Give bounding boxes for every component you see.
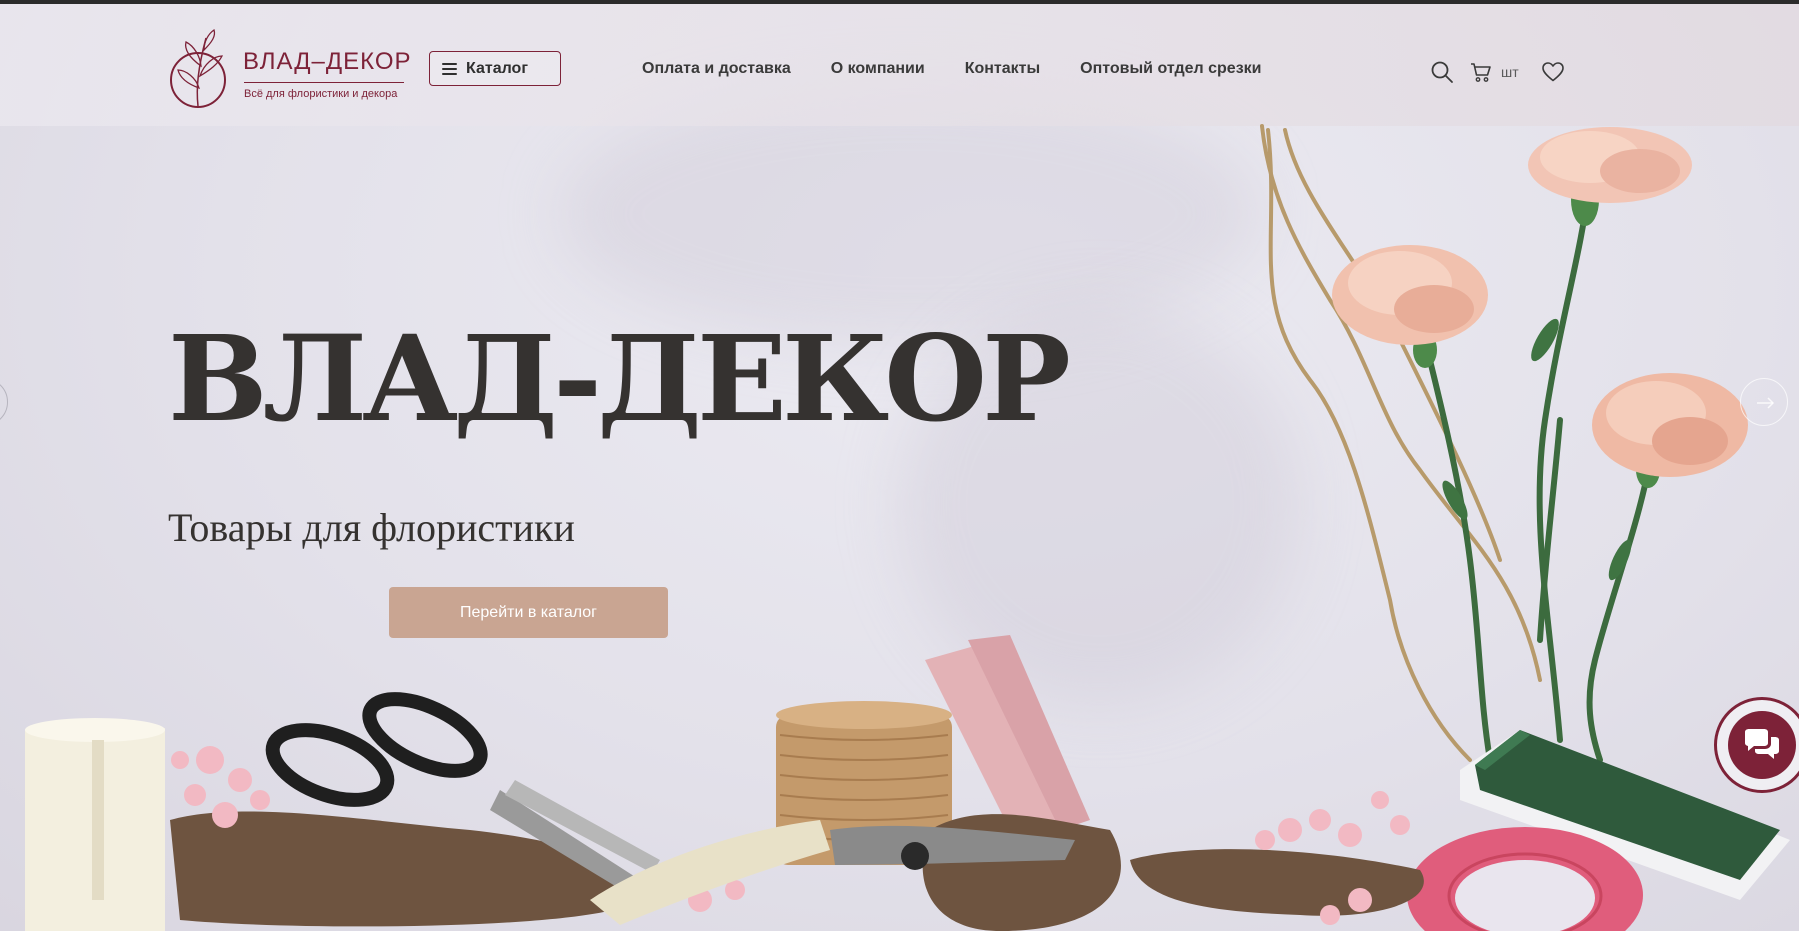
catalog-button[interactable]: Каталог [429, 51, 561, 86]
chevron-right-icon [1757, 397, 1775, 409]
site-header: ВЛАД–ДЕКОР Всё для флористики и декора К… [0, 4, 1799, 126]
chat-bubbles-icon [1745, 729, 1779, 759]
menu-icon [442, 62, 457, 75]
go-to-catalog-button[interactable]: Перейти в каталог [389, 587, 668, 638]
nav-contacts[interactable]: Контакты [965, 60, 1040, 78]
hero-title: ВЛАД-ДЕКОР [168, 309, 1071, 448]
hero-background [0, 4, 1799, 931]
cart-count[interactable]: шт [1501, 64, 1519, 80]
nav-wholesale-cut[interactable]: Оптовый отдел срезки [1080, 60, 1261, 78]
chat-widget-button[interactable] [1714, 697, 1799, 793]
main-nav: Оплата и доставка О компании Контакты Оп… [642, 60, 1262, 78]
slider-next-button[interactable] [1740, 378, 1788, 426]
site-logo[interactable]: ВЛАД–ДЕКОР Всё для флористики и декора [168, 28, 411, 110]
heart-icon[interactable] [1541, 62, 1564, 82]
catalog-button-label: Каталог [466, 59, 528, 77]
hero-subtitle: Товары для флористики [168, 505, 575, 550]
cart-icon[interactable] [1470, 61, 1492, 83]
search-icon[interactable] [1430, 60, 1454, 84]
logo-subtitle: Всё для флористики и декора [244, 88, 398, 100]
nav-payment-delivery[interactable]: Оплата и доставка [642, 60, 791, 78]
leaf-logo-icon [170, 28, 226, 108]
header-actions: шт [1430, 59, 1564, 85]
logo-divider [244, 82, 404, 83]
nav-about-company[interactable]: О компании [831, 60, 925, 78]
logo-title: ВЛАД–ДЕКОР [243, 48, 412, 75]
